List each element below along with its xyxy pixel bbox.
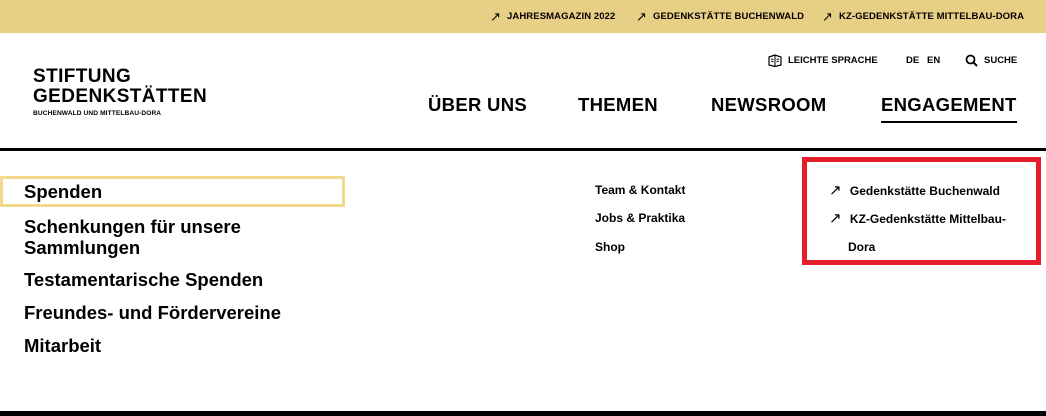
menu-item-schenkungen[interactable]: Schenkungen für unsere	[24, 217, 241, 237]
logo-line-3: BUCHENWALD UND MITTELBAU-DORA	[33, 110, 162, 117]
menu-bottom-border	[0, 411, 1046, 416]
menu-item-testamentarische-spenden[interactable]: Testamentarische Spenden	[24, 270, 263, 290]
external-arrow-icon: ↗	[636, 9, 647, 24]
lang-en-link[interactable]: EN	[927, 52, 940, 68]
logo-line-2: GEDENKSTÄTTEN	[33, 86, 208, 107]
menu-item-spenden[interactable]: Spenden	[24, 182, 102, 202]
annotation-highlight-box	[802, 157, 1041, 265]
lang-de-link[interactable]: DE	[906, 52, 919, 68]
external-arrow-icon: ↗	[822, 9, 833, 24]
easy-language-link[interactable]: LEICHTE SPRACHE	[768, 52, 878, 68]
topbar-link-jahresmagazin[interactable]: ↗ JAHRESMAGAZIN 2022	[490, 0, 615, 33]
menu-item-jobs-praktika[interactable]: Jobs & Praktika	[595, 211, 685, 225]
search-link[interactable]: SUCHE	[965, 52, 1017, 68]
external-arrow-icon: ↗	[490, 9, 501, 24]
menu-item-mitarbeit[interactable]: Mitarbeit	[24, 336, 101, 356]
site-logo[interactable]: STIFTUNG GEDENKSTÄTTEN BUCHENWALD UND MI…	[33, 66, 208, 118]
menu-item-shop[interactable]: Shop	[595, 240, 625, 254]
nav-ueber-uns[interactable]: ÜBER UNS	[428, 94, 527, 116]
top-bar: ↗ JAHRESMAGAZIN 2022 ↗ GEDENKSTÄTTE BUCH…	[0, 0, 1046, 33]
topbar-link-label: JAHRESMAGAZIN 2022	[507, 11, 616, 22]
topbar-link-mittelbau-dora[interactable]: ↗ KZ-GEDENKSTÄTTE MITTELBAU-DORA	[822, 0, 1024, 33]
menu-item-foerdervereine[interactable]: Freundes- und Fördervereine	[24, 303, 281, 323]
topbar-link-buchenwald[interactable]: ↗ GEDENKSTÄTTE BUCHENWALD	[636, 0, 804, 33]
nav-newsroom[interactable]: NEWSROOM	[711, 94, 826, 116]
nav-engagement[interactable]: ENGAGEMENT	[881, 94, 1017, 123]
easy-language-icon	[768, 53, 782, 67]
menu-item-team-kontakt[interactable]: Team & Kontakt	[595, 183, 685, 197]
search-icon	[965, 54, 978, 67]
nav-themen[interactable]: THEMEN	[578, 94, 658, 116]
search-label: SUCHE	[984, 54, 1018, 66]
header-divider	[0, 148, 1046, 151]
menu-item-schenkungen-line2[interactable]: Sammlungen	[24, 238, 140, 258]
topbar-link-label: GEDENKSTÄTTE BUCHENWALD	[653, 11, 805, 22]
topbar-link-label: KZ-GEDENKSTÄTTE MITTELBAU-DORA	[839, 11, 1025, 22]
easy-language-label: LEICHTE SPRACHE	[788, 54, 878, 66]
logo-line-1: STIFTUNG	[33, 66, 132, 87]
